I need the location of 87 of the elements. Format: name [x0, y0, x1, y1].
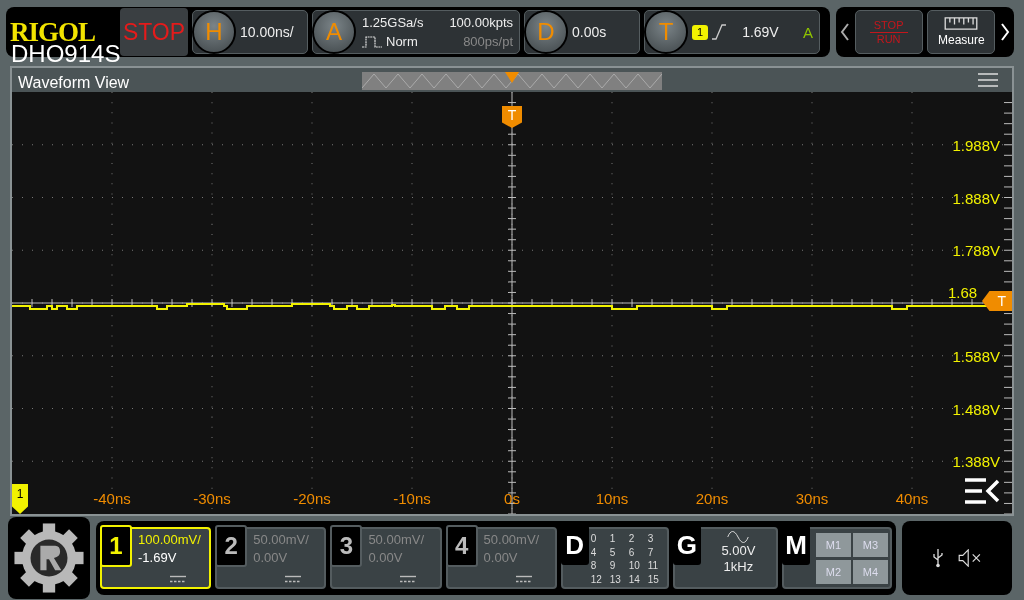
- voltage-axis-label: 1.488V: [952, 400, 1000, 418]
- voltage-axis-label: 1.988V: [952, 136, 1000, 154]
- time-axis-label: 30ns: [795, 489, 829, 507]
- delay-value: 0.00s: [572, 24, 607, 40]
- time-axis-label: -10ns: [393, 489, 431, 507]
- digital-bit-label: 12: [590, 573, 603, 587]
- dc-coupling-icon: [515, 575, 532, 583]
- measure-button[interactable]: Measure: [927, 10, 996, 54]
- channel-panel[interactable]: 3 50.00mV/ 0.00V: [330, 527, 442, 589]
- rising-edge-icon: [712, 24, 727, 40]
- memory-depth: 100.00kpts: [449, 14, 513, 32]
- sample-interval: 800ps/pt: [463, 33, 513, 51]
- digital-bit-label: 8: [590, 560, 598, 573]
- digital-bit-label: 11: [647, 560, 660, 573]
- time-axis-label: -30ns: [193, 489, 231, 507]
- digital-bit-label: 1: [609, 533, 617, 546]
- time-axis-label: -40ns: [93, 489, 131, 507]
- digital-bit-label: 10: [628, 560, 641, 573]
- voltage-axis-label: 1.388V: [952, 453, 1000, 471]
- channel-offset: 0.00V: [253, 549, 289, 567]
- model-name: DHO914S: [11, 40, 121, 68]
- math-key: M: [782, 525, 810, 565]
- dc-coupling-icon: [400, 575, 417, 583]
- generator-key: G: [672, 525, 701, 565]
- channel-offset: -1.69V: [138, 549, 178, 567]
- digital-panel[interactable]: D 0 1 2 3 4 5 6 7 8 9 10 11 12 13 14 15: [560, 527, 669, 589]
- digital-bit-label: 13: [609, 573, 622, 587]
- channel-marker[interactable]: 1: [12, 484, 28, 514]
- generator-panel[interactable]: G 5.00V 1kHz: [672, 527, 778, 589]
- view-title: Waveform View: [18, 73, 130, 92]
- home-button[interactable]: [8, 517, 90, 599]
- digital-bit-label: 0: [590, 533, 598, 546]
- position-marker-icon: [505, 72, 519, 84]
- mute-icon: [958, 549, 982, 567]
- digital-bit-label: 5: [609, 546, 617, 560]
- voltage-axis-label: 1.788V: [952, 242, 1000, 260]
- channel-scale: 100.00mV/: [138, 531, 201, 549]
- acquire-panel[interactable]: A 1.25GSa/s Norm 100.00kpts 800ps/pt: [312, 10, 520, 54]
- sample-rate: 1.25GSa/s: [362, 14, 424, 32]
- channel-panel[interactable]: 4 50.00mV/ 0.00V: [445, 527, 557, 589]
- generator-amplitude: 5.00V: [721, 543, 756, 559]
- channel-number: 3: [330, 525, 363, 567]
- digital-bit-label: 15: [647, 573, 660, 587]
- time-axis-label: 0s: [504, 489, 520, 507]
- channel-scale: 50.00mV/: [368, 531, 425, 549]
- channel-offset: 0.00V: [483, 549, 519, 567]
- channel-number: 1: [100, 525, 132, 567]
- channel-number: 4: [445, 525, 478, 567]
- digital-bit-label: 3: [647, 533, 655, 546]
- digital-bit-label: 14: [628, 573, 641, 587]
- digital-key: D: [560, 525, 589, 565]
- digital-bit-label: 4: [590, 546, 598, 560]
- gear-logo-icon: [12, 521, 86, 595]
- time-axis-label: 10ns: [595, 489, 629, 507]
- time-axis-label: 40ns: [895, 489, 929, 507]
- channel-offset: 0.00V: [368, 549, 404, 567]
- acquire-mode: Norm: [386, 33, 418, 51]
- time-axis-label: 20ns: [695, 489, 729, 507]
- trigger-level: 1.69V: [742, 24, 779, 40]
- voltage-axis-label: 1.68: [948, 283, 978, 301]
- horizontal-panel[interactable]: H 10.00ns/: [192, 10, 308, 54]
- digital-bit-label: 9: [609, 560, 617, 573]
- time-axis-label: -20ns: [293, 489, 331, 507]
- usb-icon: [932, 548, 944, 568]
- channel-panel[interactable]: 1 100.00mV/ -1.69V: [100, 527, 212, 589]
- trigger-source: 1: [692, 24, 709, 40]
- digital-bit-label: 2: [628, 533, 636, 546]
- channel-scale: 50.00mV/: [483, 531, 540, 549]
- channel-number: 2: [215, 525, 248, 567]
- digital-bit-label: 7: [647, 546, 655, 560]
- delay-panel[interactable]: D 0.00s: [524, 10, 640, 54]
- channel-panel[interactable]: 2 50.00mV/ 0.00V: [215, 527, 327, 589]
- menu-icon[interactable]: [978, 73, 998, 87]
- digital-bit-label: 6: [628, 546, 636, 560]
- timebase-scale: 10.00ns/: [240, 24, 294, 40]
- pulse-icon: [362, 35, 382, 48]
- collapse-menu-icon[interactable]: [964, 478, 1000, 504]
- ruler-icon: [944, 17, 979, 30]
- voltage-axis-label: 1.588V: [952, 347, 1000, 365]
- trigger-sweep: A: [803, 23, 813, 41]
- sine-wave-icon: [727, 531, 750, 543]
- voltage-axis-label: 1.888V: [952, 189, 1000, 207]
- dc-coupling-icon: [285, 575, 302, 583]
- generator-frequency: 1kHz: [723, 559, 754, 575]
- channel-scale: 50.00mV/: [253, 531, 309, 549]
- dc-coupling-icon: [170, 575, 186, 583]
- trigger-panel[interactable]: T 1 1.69V A: [644, 10, 820, 54]
